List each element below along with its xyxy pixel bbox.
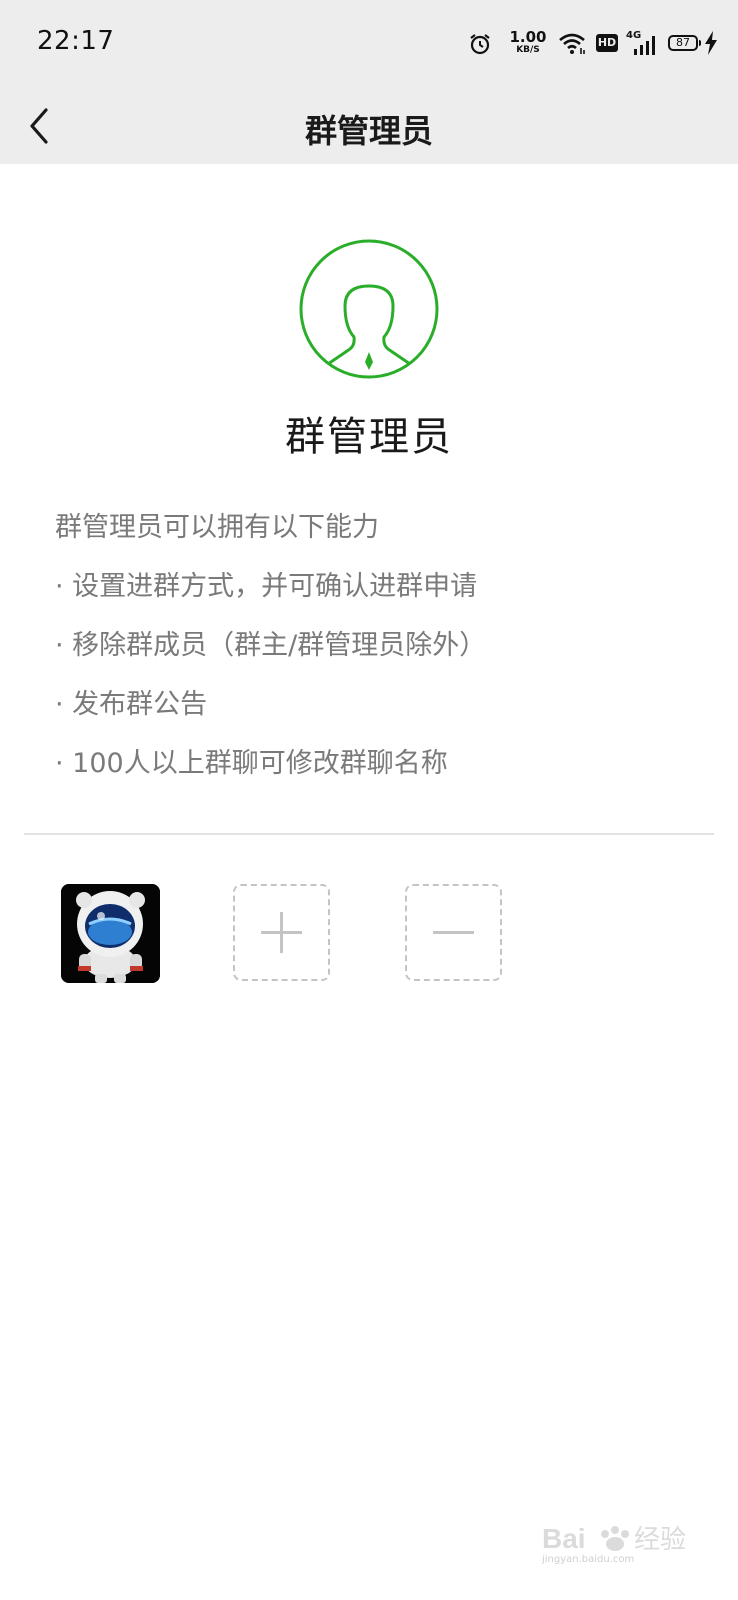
remove-admin-button[interactable] <box>405 884 502 981</box>
charging-bolt-icon <box>705 31 717 55</box>
description-item: · 设置进群方式，并可确认进群申请 <box>55 571 478 602</box>
watermark-url: jingyan.baidu.com <box>542 1554 635 1565</box>
baidu-watermark: Bai 经验 jingyan.baidu.com <box>542 1520 692 1580</box>
hero-title: 群管理员 <box>285 414 453 460</box>
nav-title: 群管理员 <box>304 112 433 150</box>
admin-person-icon <box>299 239 439 379</box>
net-speed-unit: KB/S <box>516 45 540 55</box>
description-item: · 发布群公告 <box>55 689 208 720</box>
net-speed: 1.00 KB/S <box>508 30 548 55</box>
hd-badge: HD <box>596 34 618 52</box>
permission-description: 群管理员可以拥有以下能力 · 设置进群方式，并可确认进群申请 · 移除群成员（群… <box>55 508 708 803</box>
description-item: · 移除群成员（群主/群管理员除外） <box>55 630 487 661</box>
admin-avatar[interactable] <box>61 884 160 983</box>
signal-icon <box>634 36 655 55</box>
minus-icon <box>433 931 474 934</box>
baidu-paw-logo: Bai 经验 <box>542 1523 686 1555</box>
alarm-icon <box>470 34 490 55</box>
add-admin-button[interactable] <box>233 884 330 981</box>
battery-indicator: 87 <box>668 35 701 51</box>
nav-bar: 群管理员 <box>0 88 738 164</box>
divider <box>24 833 714 835</box>
status-bar: 22:17 1.00 KB/S HD 4G 87 <box>0 0 738 88</box>
net-speed-value: 1.00 <box>509 28 547 46</box>
svg-text:Bai: Bai <box>542 1523 586 1554</box>
plus-icon <box>261 912 302 953</box>
astronaut-avatar-image <box>61 884 160 983</box>
description-item: · 100人以上群聊可修改群聊名称 <box>55 748 448 779</box>
status-icons: 1.00 KB/S HD 4G 87 <box>468 28 717 64</box>
svg-text:经验: 经验 <box>634 1525 686 1554</box>
wifi-icon <box>559 33 585 54</box>
status-time: 22:17 <box>37 26 115 56</box>
description-heading: 群管理员可以拥有以下能力 <box>55 512 379 543</box>
